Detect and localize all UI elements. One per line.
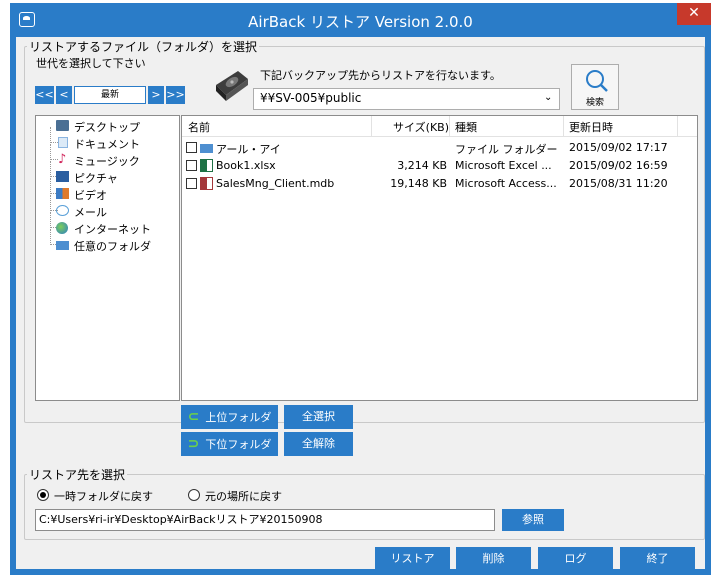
access-file-icon (200, 177, 213, 190)
tree-item-videos[interactable]: ビデオ (40, 178, 175, 202)
title-bar[interactable]: AirBack リストア Version 2.0.0 ✕ (10, 3, 711, 37)
prev-generation-button[interactable]: < (56, 86, 72, 104)
folder-icon (56, 241, 69, 250)
file-list[interactable]: 名前 サイズ(KB) 種類 更新日時 アール・アイ ファイル フォルダー 201… (181, 115, 698, 401)
original-location-label: 元の場所に戻す (205, 490, 282, 503)
file-type: Microsoft Excel ... (455, 159, 552, 172)
backup-message: 下記バックアップ先からリストアを行ないます。 (260, 69, 501, 82)
folder-tree[interactable]: デスクトップ ドキュメント ♪ ミュージック ピクチャ ビデオ メール インター… (35, 115, 180, 401)
window-title: AirBack リストア Version 2.0.0 (248, 13, 473, 31)
file-size: 3,214 KB (397, 159, 447, 172)
folder-icon (200, 144, 213, 153)
file-modified: 2015/09/02 16:59 (569, 159, 668, 172)
client-area: リストアするファイル（フォルダ）を選択 世代を選択して下さい << < 最新 >… (16, 37, 705, 571)
log-button[interactable]: ログ (538, 547, 613, 571)
source-group-label: リストアするファイル（フォルダ）を選択 (27, 38, 260, 55)
last-generation-button[interactable]: >> (166, 86, 185, 104)
table-row[interactable]: アール・アイ ファイル フォルダー 2015/09/02 17:17 (182, 139, 697, 157)
music-icon: ♪ (58, 152, 67, 167)
delete-button[interactable]: 削除 (456, 547, 531, 571)
destination-path-field[interactable]: C:¥Users¥ri-ir¥Desktop¥AirBackリストア¥20150… (35, 509, 495, 531)
browse-button[interactable]: 参照 (502, 509, 564, 531)
tree-item-internet[interactable]: インターネット (40, 212, 175, 236)
excel-file-icon (200, 159, 213, 172)
file-modified: 2015/08/31 11:20 (569, 177, 668, 190)
close-button[interactable]: ✕ (677, 3, 711, 25)
row-checkbox[interactable] (186, 160, 197, 171)
deselect-all-button[interactable]: 全解除 (284, 432, 353, 456)
exit-button[interactable]: 終了 (620, 547, 695, 571)
up-folder-button[interactable]: ⊂ 上位フォルダ (181, 405, 278, 429)
up-arrow-icon: ⊂ (187, 409, 200, 425)
column-modified[interactable]: 更新日時 (569, 119, 613, 135)
tree-item-mail[interactable]: メール (40, 195, 175, 219)
backup-destination-select[interactable]: ¥¥SV-005¥public ⌄ (253, 88, 560, 110)
down-folder-button[interactable]: ⊃ 下位フォルダ (181, 432, 278, 456)
backup-destination-value: ¥¥SV-005¥public (260, 91, 362, 105)
search-icon (586, 70, 608, 92)
file-name: SalesMng_Client.mdb (216, 177, 335, 190)
down-arrow-icon: ⊃ (187, 436, 200, 452)
hard-drive-icon (212, 67, 250, 103)
row-checkbox[interactable] (186, 142, 197, 153)
temp-folder-label: 一時フォルダに戻す (54, 490, 153, 503)
restore-button[interactable]: リストア (375, 547, 450, 571)
file-type: ファイル フォルダー (455, 143, 558, 156)
column-type[interactable]: 種類 (455, 119, 477, 135)
tree-item-documents[interactable]: ドキュメント (40, 127, 175, 151)
file-size: 19,148 KB (390, 177, 447, 190)
column-size[interactable]: サイズ(KB) (393, 119, 449, 135)
search-button[interactable]: 検索 (571, 64, 619, 110)
table-row[interactable]: Book1.xlsx 3,214 KB Microsoft Excel ... … (182, 157, 697, 175)
original-location-radio[interactable] (188, 489, 200, 501)
table-row[interactable]: SalesMng_Client.mdb 19,148 KB Microsoft … (182, 175, 697, 193)
row-checkbox[interactable] (186, 178, 197, 189)
search-label: 検索 (585, 98, 604, 108)
generation-label: 世代を選択して下さい (36, 57, 146, 70)
chevron-down-icon: ⌄ (544, 92, 553, 103)
file-name: Book1.xlsx (216, 159, 276, 172)
select-all-button[interactable]: 全選択 (284, 405, 353, 429)
tree-item-pictures[interactable]: ピクチャ (40, 161, 175, 185)
tree-item-music[interactable]: ♪ ミュージック (40, 144, 175, 168)
tree-item-desktop[interactable]: デスクトップ (40, 118, 175, 134)
temp-folder-radio[interactable] (37, 489, 49, 501)
document-icon (58, 137, 68, 148)
app-window: AirBack リストア Version 2.0.0 ✕ リストアするファイル（… (10, 3, 711, 575)
file-modified: 2015/09/02 17:17 (569, 141, 668, 154)
first-generation-button[interactable]: << (35, 86, 54, 104)
next-generation-button[interactable]: > (148, 86, 164, 104)
current-generation: 最新 (74, 86, 146, 104)
file-list-header: 名前 サイズ(KB) 種類 更新日時 (182, 116, 697, 137)
column-name[interactable]: 名前 (188, 119, 210, 135)
destination-group-label: リストア先を選択 (27, 466, 128, 483)
file-name: アール・アイ (216, 143, 281, 156)
tree-item-custom-folder[interactable]: 任意のフォルダ (40, 229, 175, 253)
file-type: Microsoft Access... (455, 177, 557, 190)
